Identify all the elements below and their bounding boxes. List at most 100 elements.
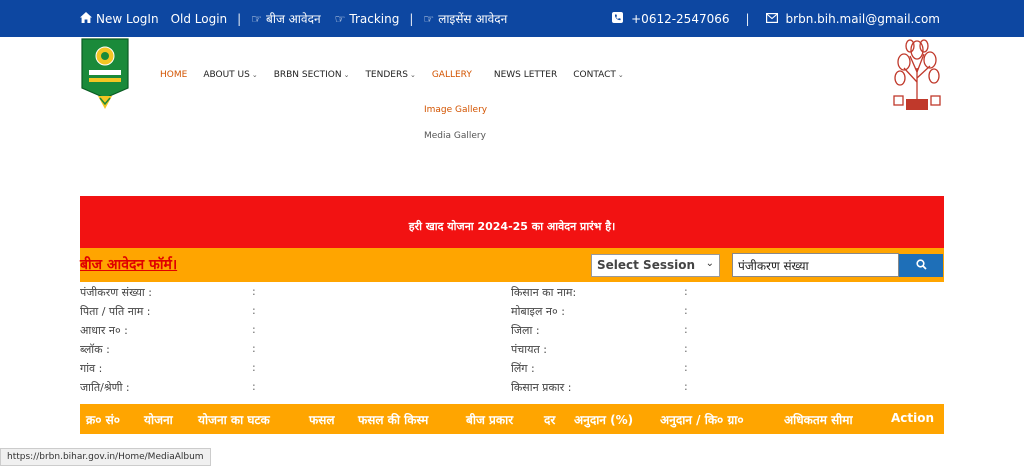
hand-point-icon: ☞ xyxy=(334,11,346,26)
registration-number-input[interactable]: पंजीकरण संख्या xyxy=(732,253,899,277)
chevron-down-icon: ⌄ xyxy=(343,71,350,79)
phone-number[interactable]: +0612-2547066 xyxy=(631,12,729,26)
chevron-down-icon: ⌄ xyxy=(409,71,416,79)
beej-aavedan-link[interactable]: ☞ बीज आवेदन xyxy=(251,10,320,27)
browser-status-url: https://brbn.bihar.gov.in/Home/MediaAlbu… xyxy=(0,448,211,466)
info-row: आधार न० : : जिला : : xyxy=(80,321,944,340)
notice-banner: हरी खाद योजना 2024-25 का आवेदन प्रारंभ ह… xyxy=(80,196,944,248)
form-bar: बीज आवेदन फॉर्म। Select Session ⌄ पंजीकर… xyxy=(80,248,944,282)
nav-gallery-label: GALLERY xyxy=(431,70,472,80)
farmer-info: पंजीकरण संख्या : : किसान का नाम: : पिता … xyxy=(80,283,944,397)
info-label: ब्लॉक : xyxy=(80,343,110,356)
hand-point-icon: ☞ xyxy=(423,11,435,26)
info-label: आधार न० : xyxy=(80,324,128,337)
license-aavedan-label: लाइसेंस आवेदन xyxy=(438,12,508,26)
info-row: पिता / पति नाम : : मोबाइल न० : : xyxy=(80,302,944,321)
old-login-label: Old Login xyxy=(170,11,228,26)
top-bar: New LogIn Old Login | ☞ बीज आवेदन ☞ Trac… xyxy=(0,0,1024,37)
column-header: दर xyxy=(544,413,556,427)
info-colon: : xyxy=(252,304,256,317)
info-colon: : xyxy=(684,361,688,374)
column-header: बीज प्रकार xyxy=(466,413,514,427)
nav-newsletter-label: NEWS LETTER xyxy=(493,70,558,80)
info-colon: : xyxy=(684,323,688,336)
home-icon xyxy=(80,12,92,25)
info-colon: : xyxy=(684,285,688,298)
envelope-icon xyxy=(765,12,778,25)
main-nav: HOME ABOUT US ⌄ BRBN SECTION ⌄ TENDERS ⌄ GA… xyxy=(160,70,640,80)
info-row: ब्लॉक : : पंचायत : : xyxy=(80,340,944,359)
divider: | xyxy=(409,11,414,26)
info-colon: : xyxy=(252,285,256,298)
info-row: गांव : : लिंग : : xyxy=(80,359,944,378)
nav-contact[interactable]: CONTACT ⌄ xyxy=(573,70,640,80)
nav-about[interactable]: ABOUT US ⌄ xyxy=(203,70,273,80)
chevron-down-icon: ⌄ xyxy=(705,258,714,269)
info-row: जाति/श्रेणी : : किसान प्रकार : : xyxy=(80,378,944,397)
bihar-beej-logo[interactable] xyxy=(80,38,130,110)
info-label: किसान का नाम: xyxy=(511,286,577,299)
info-label: पिता / पति नाम : xyxy=(80,305,151,318)
divider: | xyxy=(237,11,242,26)
info-colon: : xyxy=(252,323,256,336)
nav-home[interactable]: HOME xyxy=(160,70,203,80)
column-header: योजना xyxy=(144,413,173,427)
info-label: मोबाइल न० : xyxy=(511,305,565,318)
old-login-link[interactable]: Old Login xyxy=(171,12,228,26)
submenu-media-gallery[interactable]: Media Gallery xyxy=(424,130,487,156)
info-colon: : xyxy=(252,380,256,393)
nav-home-label: HOME xyxy=(160,70,188,80)
info-row: पंजीकरण संख्या : : किसान का नाम: : xyxy=(80,283,944,302)
nav-brbn-label: BRBN SECTION xyxy=(273,70,342,80)
info-colon: : xyxy=(684,380,688,393)
nav-brbn-section[interactable]: BRBN SECTION ⌄ xyxy=(274,70,366,80)
nav-tenders[interactable]: TENDERS ⌄ xyxy=(365,70,431,80)
info-label: किसान प्रकार : xyxy=(511,381,572,394)
submenu-image-gallery[interactable]: Image Gallery xyxy=(424,104,487,130)
column-header: योजना का घटक xyxy=(198,413,270,427)
nav-contact-label: CONTACT xyxy=(573,70,616,80)
tracking-label: Tracking xyxy=(349,11,400,26)
beej-aavedan-label: बीज आवेदन xyxy=(265,12,321,26)
new-login-label: New LogIn xyxy=(96,11,159,26)
nav-tenders-label: TENDERS xyxy=(365,70,408,80)
nav-newsletter[interactable]: NEWS LETTER xyxy=(494,70,573,80)
phone-icon xyxy=(612,12,624,25)
chevron-down-icon: ⌄ xyxy=(617,71,624,79)
table-header: क्र० सं० योजना योजना का घटक फसल फसल की क… xyxy=(80,404,944,434)
gallery-submenu: Image Gallery Media Gallery xyxy=(424,104,487,156)
tracking-link[interactable]: ☞ Tracking xyxy=(335,12,400,26)
top-bar-contact: +0612-2547066 | brbn.bih.mail@gmail.com xyxy=(612,0,940,37)
info-colon: : xyxy=(252,342,256,355)
hand-point-icon: ☞ xyxy=(251,11,262,26)
email-address[interactable]: brbn.bih.mail@gmail.com xyxy=(786,12,940,26)
session-select-value: Select Session xyxy=(597,258,696,272)
column-header: अधिकतम सीमा xyxy=(784,413,853,427)
notice-text: हरी खाद योजना 2024-25 का आवेदन प्रारंभ ह… xyxy=(408,219,616,233)
info-label: पंजीकरण संख्या : xyxy=(80,286,152,299)
new-login-link[interactable]: New LogIn xyxy=(80,12,159,26)
column-header: फसल की किस्म xyxy=(358,413,429,427)
nav-about-label: ABOUT US xyxy=(203,70,250,80)
column-header: अनुदान (%) xyxy=(574,413,634,427)
info-label: लिंग : xyxy=(511,362,535,375)
divider: | xyxy=(745,11,750,26)
bihar-govt-emblem xyxy=(890,38,944,114)
column-header: अनुदान / कि० ग्रा० xyxy=(660,413,744,427)
info-label: गांव : xyxy=(80,362,103,375)
session-select[interactable]: Select Session ⌄ xyxy=(591,254,720,277)
column-header: क्र० सं० xyxy=(86,413,120,427)
license-aavedan-link[interactable]: ☞ लाइसेंस आवेदन xyxy=(423,10,507,27)
top-bar-links: New LogIn Old Login | ☞ बीज आवेदन ☞ Trac… xyxy=(80,0,507,37)
chevron-down-icon: ⌄ xyxy=(251,71,258,79)
info-colon: : xyxy=(684,304,688,317)
search-icon xyxy=(915,258,927,273)
info-colon: : xyxy=(252,361,256,374)
column-header: Action xyxy=(891,411,935,425)
form-title[interactable]: बीज आवेदन फॉर्म। xyxy=(80,255,177,274)
info-colon: : xyxy=(684,342,688,355)
info-label: जाति/श्रेणी : xyxy=(80,381,130,394)
nav-gallery[interactable]: GALLERY xyxy=(432,70,494,80)
search-button[interactable] xyxy=(899,254,943,277)
info-label: जिला : xyxy=(511,324,540,337)
